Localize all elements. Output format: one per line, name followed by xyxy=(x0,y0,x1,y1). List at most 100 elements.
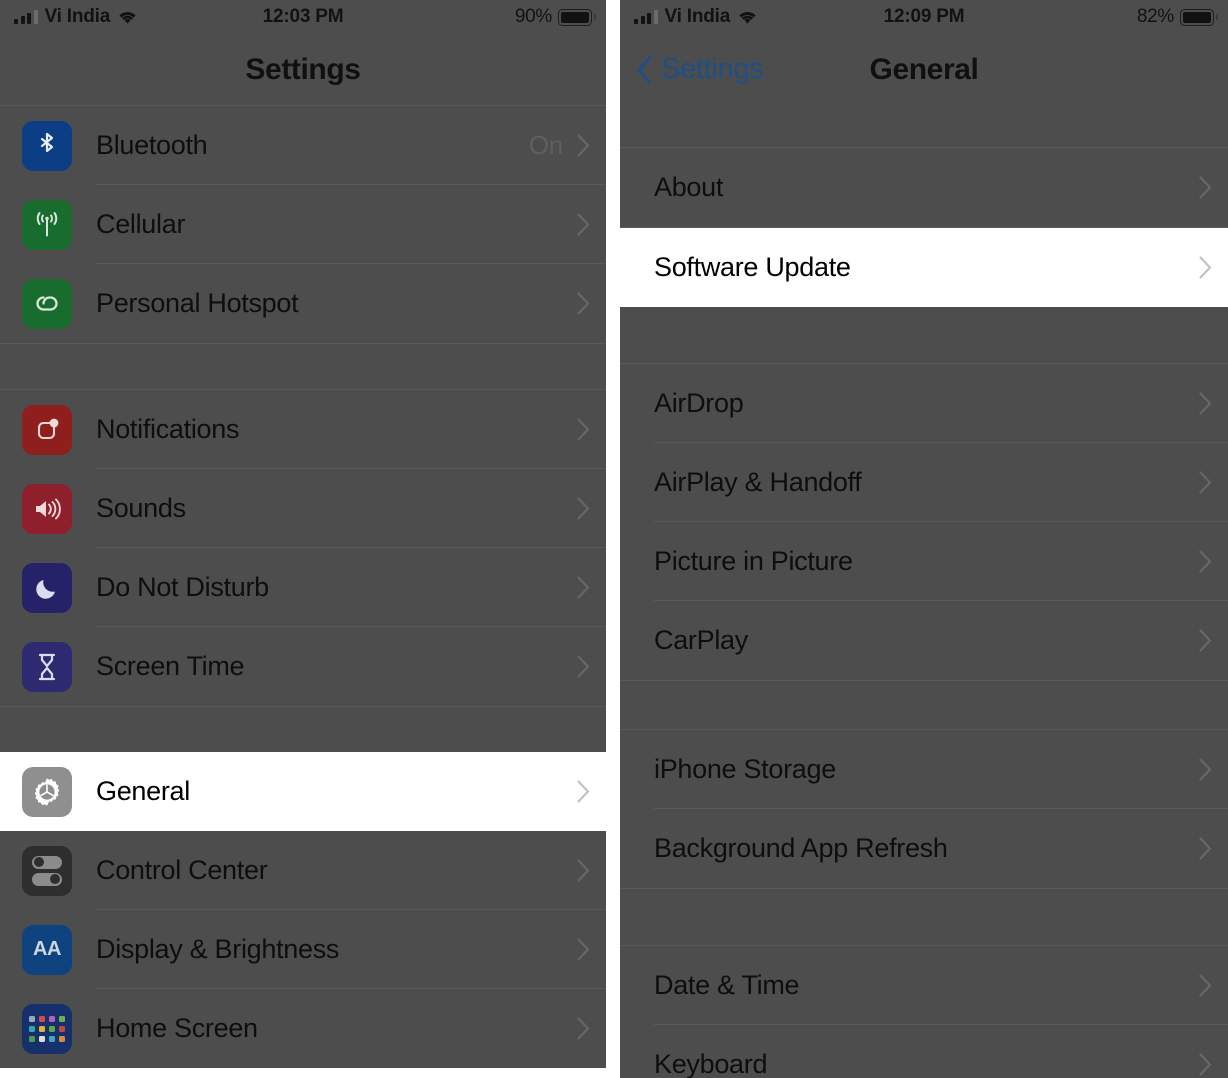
general-row-carplay[interactable]: CarPlay xyxy=(620,601,1228,680)
settings-row-do-not-disturb[interactable]: Do Not Disturb xyxy=(0,548,606,627)
dual-screenshot-stage: Vi India 12:03 PM 90% Settings xyxy=(0,0,1228,1078)
settings-row-control-center[interactable]: Control Center xyxy=(0,831,606,910)
row-label: Software Update xyxy=(654,252,851,283)
row-label: Do Not Disturb xyxy=(96,572,269,603)
row-label: iPhone Storage xyxy=(654,754,836,785)
row-label: General xyxy=(96,776,190,807)
chevron-right-icon xyxy=(577,134,590,157)
status-bar-left-cluster: Vi India xyxy=(634,6,758,28)
personal-hotspot-icon xyxy=(22,279,72,329)
sounds-icon xyxy=(22,484,72,534)
general-row-keyboard[interactable]: Keyboard xyxy=(620,1025,1228,1078)
carrier-label: Vi India xyxy=(45,6,111,28)
section-gap xyxy=(0,707,606,752)
chevron-right-icon xyxy=(577,576,590,599)
iphone-settings-screen: Vi India 12:03 PM 90% Settings xyxy=(0,0,606,1078)
chevron-right-icon xyxy=(1199,176,1212,199)
row-label: Picture in Picture xyxy=(654,546,853,577)
settings-row-sounds[interactable]: Sounds xyxy=(0,469,606,548)
row-label: Sounds xyxy=(96,493,186,524)
home-screen-icon xyxy=(22,1004,72,1054)
chevron-right-icon xyxy=(1199,629,1212,652)
settings-row-general[interactable]: General xyxy=(0,752,606,831)
screen-time-icon xyxy=(22,642,72,692)
settings-row-bluetooth[interactable]: Bluetooth On xyxy=(0,106,606,185)
chevron-right-icon xyxy=(577,1017,590,1040)
section-gap xyxy=(620,889,1228,945)
settings-list: Bluetooth On Cellular xyxy=(0,105,606,1068)
row-label: AirDrop xyxy=(654,388,743,419)
row-label: Control Center xyxy=(96,855,267,886)
row-label: Home Screen xyxy=(96,1013,258,1044)
general-row-background-app-refresh[interactable]: Background App Refresh xyxy=(620,809,1228,888)
wifi-icon xyxy=(737,10,758,25)
row-label: Cellular xyxy=(96,209,185,240)
section-gap xyxy=(0,344,606,389)
row-label: Notifications xyxy=(96,414,239,445)
chevron-left-icon xyxy=(636,56,652,84)
chevron-right-icon xyxy=(1199,392,1212,415)
do-not-disturb-icon xyxy=(22,563,72,613)
chevron-right-icon xyxy=(577,859,590,882)
chevron-right-icon xyxy=(577,292,590,315)
chevron-right-icon xyxy=(1199,837,1212,860)
iphone-general-screen: Vi India 12:09 PM 82% Settings General xyxy=(620,0,1228,1078)
section-gap xyxy=(620,307,1228,363)
chevron-right-icon xyxy=(1199,974,1212,997)
settings-row-display-brightness[interactable]: AA Display & Brightness xyxy=(0,910,606,989)
row-label: Date & Time xyxy=(654,970,799,1001)
general-row-date-time[interactable]: Date & Time xyxy=(620,946,1228,1025)
chevron-right-icon xyxy=(577,655,590,678)
row-label: Bluetooth xyxy=(96,130,207,161)
bluetooth-icon xyxy=(22,121,72,171)
general-row-airdrop[interactable]: AirDrop xyxy=(620,364,1228,443)
row-value: On xyxy=(529,130,563,161)
general-row-software-update[interactable]: Software Update xyxy=(620,228,1228,307)
notifications-icon xyxy=(22,405,72,455)
battery-percent-label: 82% xyxy=(1137,6,1174,28)
settings-row-personal-hotspot[interactable]: Personal Hotspot xyxy=(0,264,606,343)
nav-bar-right: Settings General xyxy=(620,34,1228,105)
chevron-right-icon xyxy=(577,497,590,520)
settings-row-screen-time[interactable]: Screen Time xyxy=(0,627,606,706)
row-label: AirPlay & Handoff xyxy=(654,467,862,498)
signal-bars-icon xyxy=(14,10,38,24)
chevron-right-icon xyxy=(577,780,590,803)
control-center-icon xyxy=(22,846,72,896)
row-label: Background App Refresh xyxy=(654,833,948,864)
general-list: About Software Update AirDrop xyxy=(620,105,1228,1078)
chevron-right-icon xyxy=(1199,256,1212,279)
chevron-right-icon xyxy=(577,938,590,961)
display-brightness-icon: AA xyxy=(22,925,72,975)
carrier-label: Vi India xyxy=(665,6,731,28)
chevron-right-icon xyxy=(577,213,590,236)
chevron-right-icon xyxy=(1199,1053,1212,1076)
general-row-iphone-storage[interactable]: iPhone Storage xyxy=(620,730,1228,809)
battery-icon xyxy=(1180,9,1214,26)
settings-row-home-screen[interactable]: Home Screen xyxy=(0,989,606,1068)
general-row-airplay-handoff[interactable]: AirPlay & Handoff xyxy=(620,443,1228,522)
page-title: Settings xyxy=(0,53,606,87)
battery-percent-label: 90% xyxy=(515,6,552,28)
status-bar-right-cluster: 90% xyxy=(515,6,592,28)
settings-row-notifications[interactable]: Notifications xyxy=(0,390,606,469)
settings-row-cellular[interactable]: Cellular xyxy=(0,185,606,264)
section-gap xyxy=(620,681,1228,729)
row-label: About xyxy=(654,172,723,203)
cellular-icon xyxy=(22,200,72,250)
chevron-right-icon xyxy=(1199,758,1212,781)
row-label: CarPlay xyxy=(654,625,748,656)
battery-icon xyxy=(558,9,592,26)
general-row-picture-in-picture[interactable]: Picture in Picture xyxy=(620,522,1228,601)
back-button[interactable]: Settings xyxy=(636,53,763,86)
status-bar-left: Vi India 12:03 PM 90% xyxy=(0,0,606,34)
general-row-about[interactable]: About xyxy=(620,148,1228,227)
signal-bars-icon xyxy=(634,10,658,24)
chevron-right-icon xyxy=(1199,471,1212,494)
general-gear-icon xyxy=(22,767,72,817)
back-button-label: Settings xyxy=(661,53,763,86)
chevron-right-icon xyxy=(1199,550,1212,573)
row-label: Keyboard xyxy=(654,1049,767,1078)
wifi-icon xyxy=(117,10,138,25)
nav-bar-left: Settings xyxy=(0,34,606,105)
